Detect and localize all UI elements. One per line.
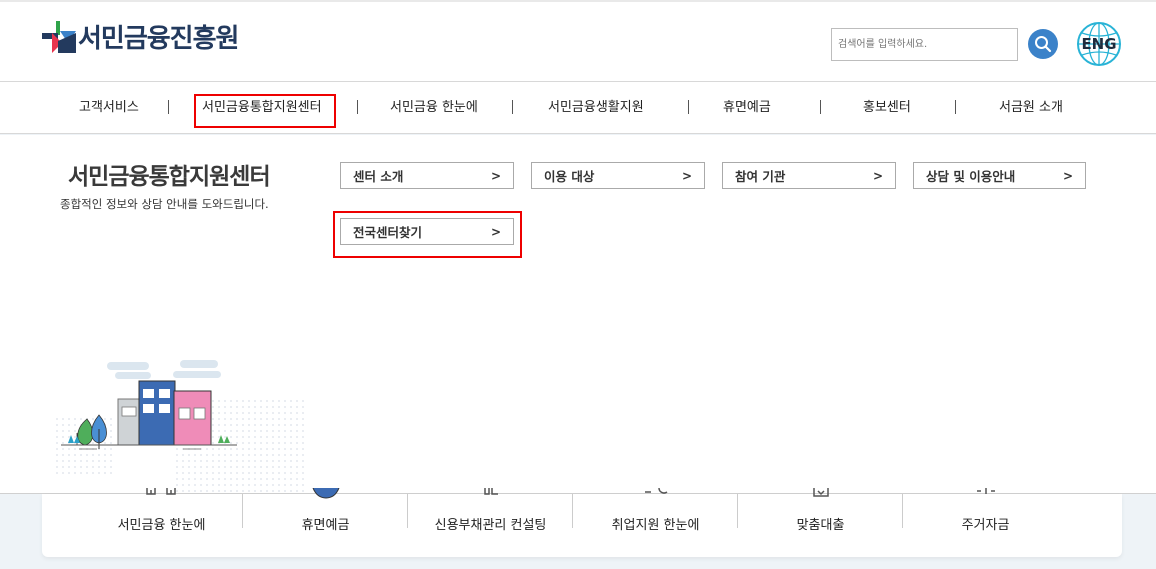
quick-item-dormant-deposits[interactable]: 휴면예금 (243, 488, 408, 557)
nav-item-pr-center[interactable]: 홍보센터 (863, 82, 911, 134)
checklist-icon (812, 488, 829, 497)
quick-item-label: 신용부채관리 컨설팅 (434, 518, 547, 533)
nav-item-dormant-deposits[interactable]: 휴면예금 (723, 82, 771, 134)
submenu-panel: 서민금융통합지원센터 종합적인 정보와 상담 안내를 도와드립니다. 센터 소개… (0, 135, 1156, 494)
panel-title: 서민금융통합지원센터 (68, 164, 271, 190)
quick-item-label: 취업지원 한눈에 (611, 518, 700, 533)
briefcase-icon (644, 488, 667, 494)
submenu-consultation-guide[interactable]: 상담 및 이용안내 > (913, 162, 1086, 189)
nav-item-life-support[interactable]: 서민금융생활지원 (548, 82, 644, 134)
quick-item-label: 서민금융 한눈에 (117, 518, 206, 533)
submenu-eligibility[interactable]: 이용 대상 > (531, 162, 705, 189)
submenu-label: 센터 소개 (353, 169, 404, 184)
quick-item-label: 주거자금 (961, 518, 1010, 533)
site-logo[interactable]: 서민금융진흥원 (42, 18, 239, 55)
chevron-right-icon: > (1062, 168, 1073, 183)
panel-description: 종합적인 정보와 상담 안내를 도와드립니다. (60, 197, 269, 211)
main-navigation: 고객서비스 서민금융통합지원센터 서민금융 한눈에 서민금융생활지원 휴면예금 … (0, 82, 1156, 134)
chevron-right-icon: > (872, 168, 883, 183)
document-chart-icon (483, 488, 498, 495)
nav-separator (820, 100, 821, 114)
city-buildings-illustration (55, 360, 305, 492)
nav-item-about[interactable]: 서금원 소개 (999, 82, 1063, 134)
quick-menu: 서민금융 한눈에 휴면예금 신용부채관리 컨설팅 취업지원 한눈에 맞춤대출 주… (42, 488, 1122, 557)
submenu-label: 참여 기관 (735, 169, 786, 184)
submenu-center-intro[interactable]: 센터 소개 > (340, 162, 514, 189)
quick-item-finance-overview[interactable]: 서민금융 한눈에 (79, 488, 244, 557)
search-button[interactable] (1028, 29, 1058, 59)
quick-item-housing-fund[interactable]: 주거자금 (903, 488, 1068, 557)
site-header: 서민금융진흥원 ENG (0, 0, 1156, 82)
nav-separator (357, 100, 358, 114)
nav-separator (168, 100, 169, 114)
nav-separator (688, 100, 689, 114)
eng-label: ENG (1081, 35, 1117, 53)
submenu-participating-institutions[interactable]: 참여 기관 > (722, 162, 896, 189)
nav-item-customer-service[interactable]: 고객서비스 (79, 82, 139, 134)
quick-item-label: 휴면예금 (301, 518, 350, 533)
search-input[interactable] (831, 28, 1018, 61)
submenu-label: 이용 대상 (544, 169, 595, 184)
quick-item-label: 맞춤대출 (796, 518, 845, 533)
logo-mark-icon (42, 20, 76, 53)
nav-separator (512, 100, 513, 114)
submenu-label: 상담 및 이용안내 (926, 169, 1016, 184)
nav-separator (955, 100, 956, 114)
quick-item-debt-consulting[interactable]: 신용부채관리 컨설팅 (408, 488, 573, 557)
quick-item-custom-loan[interactable]: 맞춤대출 (738, 488, 903, 557)
active-nav-highlight (194, 94, 336, 128)
chevron-right-icon: > (681, 168, 692, 183)
people-icon (145, 488, 176, 495)
quick-item-employment-support[interactable]: 취업지원 한눈에 (573, 488, 738, 557)
nav-item-finance-overview[interactable]: 서민금융 한눈에 (390, 82, 478, 134)
house-icon (976, 488, 995, 494)
english-language-button[interactable]: ENG (1076, 21, 1122, 67)
active-submenu-highlight (333, 211, 522, 258)
logo-text: 서민금융진흥원 (78, 24, 239, 54)
chevron-right-icon: > (490, 168, 501, 183)
search-icon (1035, 36, 1052, 53)
piggy-bank-icon (312, 488, 339, 499)
